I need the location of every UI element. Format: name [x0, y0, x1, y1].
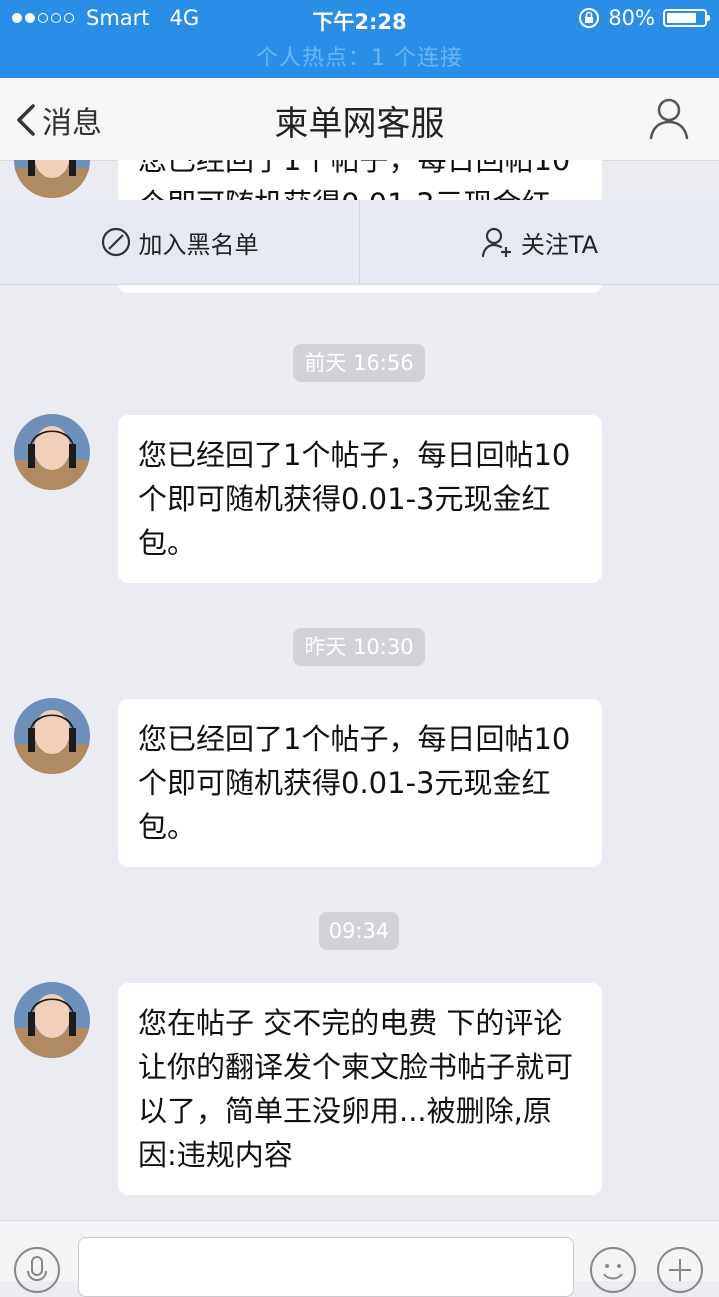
plus-icon	[669, 1259, 691, 1281]
hotspot-banner[interactable]: 个人热点：1 个连接	[0, 40, 719, 72]
message-bubble[interactable]: 您在帖子 交不完的电费 下的评论 让你的翻译发个柬文脸书帖子就可以了，简单王没卵…	[118, 983, 602, 1195]
voice-button[interactable]	[14, 1247, 60, 1293]
add-user-icon	[481, 227, 511, 258]
chat-action-bar: 加入黑名单 关注TA	[0, 200, 719, 285]
battery-percent: 80%	[608, 6, 655, 30]
avatar[interactable]	[14, 698, 90, 774]
battery-icon	[663, 9, 710, 27]
follow-label: 关注TA	[520, 230, 599, 259]
microphone-icon	[27, 1256, 47, 1281]
avatar[interactable]	[14, 414, 90, 490]
message-bubble[interactable]: 您已经回了1个帖子，每日回帖10个即可随机获得0.01-3元现金红包。	[118, 699, 602, 867]
block-label: 加入黑名单	[138, 230, 259, 259]
message-timestamp: 昨天 10:30	[293, 628, 425, 666]
message-timestamp: 前天 16:56	[293, 344, 425, 382]
block-button[interactable]: 加入黑名单	[0, 200, 359, 284]
message-list[interactable]: 您已经回了1个帖子，每日回帖10个即可随机获得0.01-3元现金红包。 前天 1…	[0, 160, 719, 1220]
follow-button[interactable]: 关注TA	[359, 200, 719, 284]
message-bubble[interactable]: 您已经回了1个帖子，每日回帖10个即可随机获得0.01-3元现金红包。	[118, 415, 602, 583]
profile-button[interactable]	[649, 96, 689, 144]
status-right: 80%	[578, 6, 710, 30]
more-button[interactable]	[657, 1247, 703, 1293]
status-bar: Smart 4G 下午2:28 80% 个人热点：1 个连接	[0, 0, 719, 78]
block-icon	[101, 227, 130, 257]
emoji-button[interactable]	[590, 1247, 636, 1293]
avatar[interactable]	[14, 982, 90, 1058]
rotation-lock-icon	[579, 8, 600, 28]
message-timestamp: 09:34	[319, 912, 399, 950]
smiley-icon	[603, 1264, 623, 1280]
nav-bar: 消息 柬单网客服	[0, 78, 719, 161]
avatar[interactable]	[14, 160, 90, 198]
input-bar	[0, 1220, 719, 1297]
page-title: 柬单网客服	[274, 104, 445, 144]
person-icon	[649, 98, 689, 140]
message-input[interactable]	[78, 1237, 574, 1297]
